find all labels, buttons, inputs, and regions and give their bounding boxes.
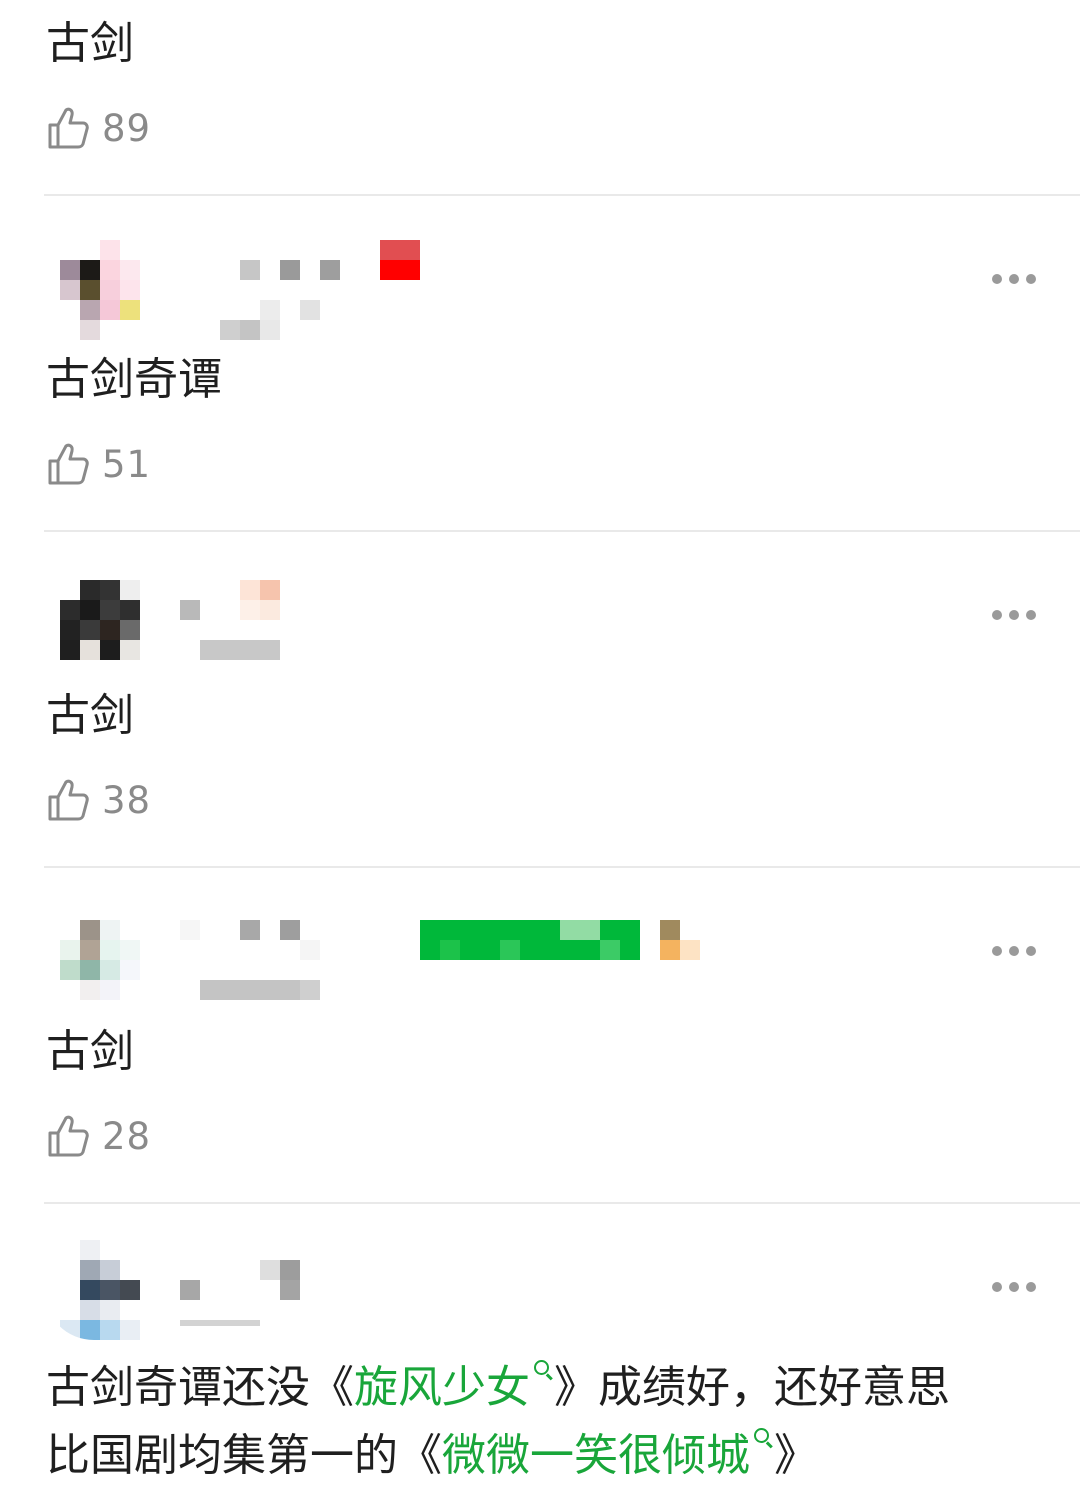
comment-text: 古剑 <box>46 18 134 69</box>
like-button[interactable]: 28 <box>46 1112 151 1160</box>
link-label: 微微一笑很倾城 <box>442 1430 750 1481</box>
username-blurred[interactable] <box>180 908 720 1008</box>
like-button[interactable]: 38 <box>46 776 151 824</box>
comment-item: 古剑奇谭还没《旋风少女 》成绩好，还好意思 比国剧均集第一的《微微一笑很倾城》 <box>0 1204 1080 1498</box>
thumbs-up-icon <box>48 107 89 149</box>
comment-item: 古剑奇谭 51 <box>0 196 1080 532</box>
comment-item: 古剑 38 <box>0 532 1080 868</box>
search-icon <box>752 1422 774 1452</box>
text-segment: 》成绩好，还好意思 <box>554 1362 950 1413</box>
link-label: 旋风少女 <box>354 1362 530 1413</box>
search-icon <box>532 1354 554 1384</box>
comment-item: 古剑 89 <box>0 0 1080 196</box>
avatar[interactable] <box>44 240 144 340</box>
more-dots-icon[interactable] <box>992 944 1036 958</box>
like-count: 38 <box>102 778 152 822</box>
text-segment: 古剑奇谭还没《 <box>46 1362 354 1413</box>
like-button[interactable]: 89 <box>46 104 151 152</box>
comment-text-line-2: 比国剧均集第一的《微微一笑很倾城》 <box>46 1422 818 1490</box>
text-segment: 》 <box>774 1430 818 1481</box>
thumbs-up-icon <box>48 779 89 821</box>
more-dots-icon[interactable] <box>992 272 1036 286</box>
search-link-xuanfeng[interactable]: 旋风少女 <box>354 1360 554 1413</box>
text-segment: 比国剧均集第一的《 <box>46 1430 442 1481</box>
avatar[interactable] <box>44 572 144 672</box>
like-count: 89 <box>102 106 152 150</box>
avatar[interactable] <box>44 912 144 1012</box>
comment-text: 古剑奇谭 <box>46 354 222 405</box>
comment-text: 古剑 <box>46 1026 134 1077</box>
like-button[interactable]: 51 <box>46 440 151 488</box>
thumbs-up-icon <box>48 443 89 485</box>
avatar[interactable] <box>44 1240 144 1340</box>
comment-item: 古剑 28 <box>0 868 1080 1204</box>
search-link-weiwei[interactable]: 微微一笑很倾城 <box>442 1428 774 1481</box>
username-blurred[interactable] <box>180 572 300 662</box>
like-count: 28 <box>102 1114 152 1158</box>
comment-text: 古剑 <box>46 690 134 741</box>
more-dots-icon[interactable] <box>992 608 1036 622</box>
username-blurred[interactable] <box>180 236 440 346</box>
more-dots-icon[interactable] <box>992 1280 1036 1294</box>
like-count: 51 <box>102 442 152 486</box>
username-blurred[interactable] <box>180 1256 320 1336</box>
comment-text-line-1: 古剑奇谭还没《旋风少女 》成绩好，还好意思 <box>46 1354 950 1422</box>
thumbs-up-icon <box>48 1115 89 1157</box>
